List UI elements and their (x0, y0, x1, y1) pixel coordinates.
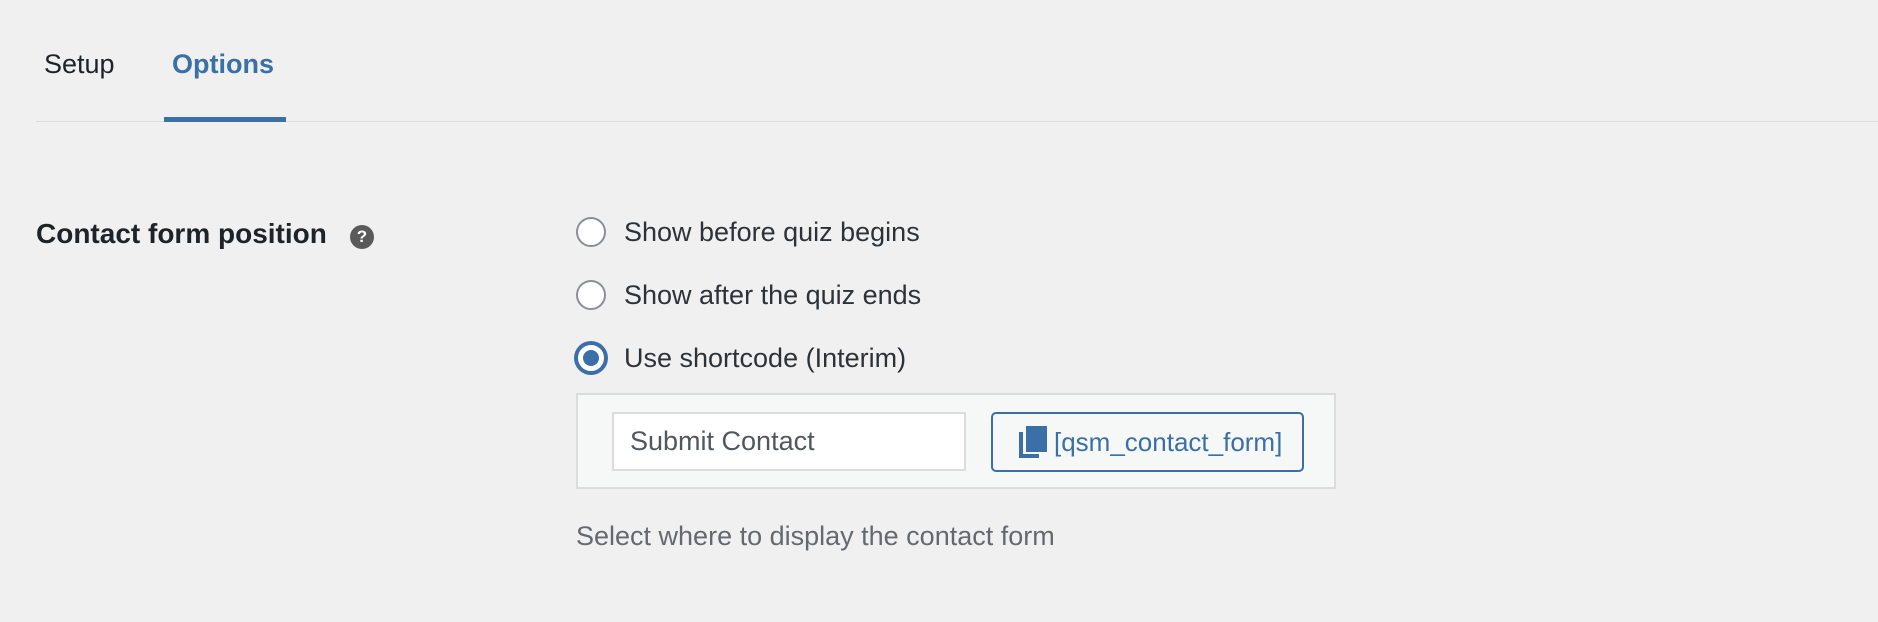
radio-button-before-quiz[interactable] (576, 217, 606, 247)
tab-bar: Setup Options (36, 0, 1878, 122)
question-circle-icon[interactable]: ? (350, 225, 374, 249)
tab-setup[interactable]: Setup (44, 48, 115, 80)
shortcode-text-input[interactable] (612, 412, 966, 471)
field-description: Select where to display the contact form (576, 521, 1055, 551)
shortcode-panel: [qsm_contact_form] (576, 393, 1336, 489)
radio-label-before-quiz: Show before quiz begins (624, 217, 920, 247)
copy-shortcode-button[interactable]: [qsm_contact_form] (991, 412, 1304, 472)
radio-label-use-shortcode: Use shortcode (Interim) (624, 343, 907, 373)
radio-option-before-quiz[interactable]: Show before quiz begins (576, 215, 920, 249)
copy-icon (1019, 426, 1047, 458)
radio-option-use-shortcode[interactable]: Use shortcode (Interim) (576, 341, 906, 375)
radio-button-after-quiz[interactable] (576, 280, 606, 310)
radio-button-use-shortcode[interactable] (576, 343, 606, 373)
radio-label-after-quiz: Show after the quiz ends (624, 280, 922, 310)
copy-shortcode-label: [qsm_contact_form] (1054, 427, 1283, 457)
radio-option-after-quiz[interactable]: Show after the quiz ends (576, 278, 921, 312)
active-tab-indicator (164, 117, 286, 122)
contact-form-position-label: Contact form position (36, 218, 327, 249)
tab-options[interactable]: Options (172, 48, 274, 80)
